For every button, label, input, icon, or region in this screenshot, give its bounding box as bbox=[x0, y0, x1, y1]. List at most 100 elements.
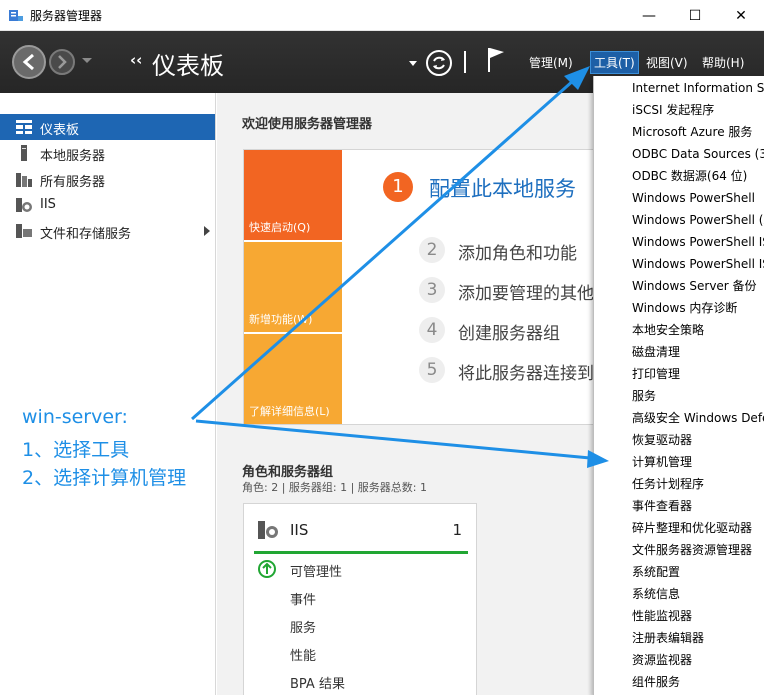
sidebar-item-file-storage[interactable]: 文件和存储服务 bbox=[0, 218, 215, 244]
maximize-button[interactable]: ☐ bbox=[672, 0, 718, 31]
dashboard-icon bbox=[16, 120, 32, 134]
refresh-button[interactable] bbox=[426, 50, 452, 76]
menu-item-local-security-policy[interactable]: 本地安全策略 bbox=[632, 319, 764, 341]
menu-item-iscsi[interactable]: iSCSI 发起程序 bbox=[632, 99, 764, 121]
role-count: 1 bbox=[452, 521, 462, 539]
forward-button[interactable] bbox=[49, 49, 75, 75]
tile-label: 新增功能(W) bbox=[249, 313, 313, 326]
annotation-step-2: 2、选择计算机管理 bbox=[22, 467, 187, 489]
role-name: IIS bbox=[290, 521, 309, 539]
arrow-right-icon bbox=[58, 55, 67, 69]
back-button[interactable] bbox=[12, 45, 46, 79]
menu-manage[interactable]: 管理(M) bbox=[529, 54, 573, 71]
history-dropdown-icon[interactable] bbox=[82, 58, 92, 63]
menu-item-powershell[interactable]: Windows PowerShell bbox=[632, 187, 764, 209]
menu-item-recovery-drive[interactable]: 恢复驱动器 bbox=[632, 429, 764, 451]
role-row-manageability[interactable]: 可管理性 bbox=[290, 561, 342, 580]
menu-item-resource-monitor[interactable]: 资源监视器 bbox=[632, 649, 764, 671]
menu-help[interactable]: 帮助(H) bbox=[702, 54, 744, 71]
chevron-right-icon[interactable] bbox=[204, 226, 210, 236]
role-status-bar bbox=[254, 551, 468, 554]
sidebar-item-label: 本地服务器 bbox=[40, 149, 106, 164]
annotation-step-1: 1、选择工具 bbox=[22, 439, 130, 461]
step-add-servers[interactable]: 添加要管理的其他 bbox=[458, 279, 593, 304]
dashboard-content: 欢迎使用服务器管理器 快速启动(Q) 新增功能(W) 了解详细信息(L) 1 配… bbox=[217, 93, 593, 695]
menu-item-performance-monitor[interactable]: 性能监视器 bbox=[632, 605, 764, 627]
close-button[interactable]: ✕ bbox=[718, 0, 764, 31]
step-configure-local-server[interactable]: 配置此本地服务 bbox=[429, 173, 576, 203]
sidebar-item-label: 仪表板 bbox=[40, 123, 80, 138]
step-number: 2 bbox=[419, 237, 445, 263]
menu-item-registry-editor[interactable]: 注册表编辑器 bbox=[632, 627, 764, 649]
menu-item-powershell-ise[interactable]: Windows PowerShell ISE bbox=[632, 231, 764, 253]
page-title: 仪表板 bbox=[152, 52, 224, 80]
title-bar: 服务器管理器 — ☐ ✕ bbox=[0, 0, 764, 31]
menu-item-computer-management[interactable]: 计算机管理 bbox=[632, 451, 764, 473]
tile-quick-start[interactable]: 快速启动(Q) bbox=[244, 150, 342, 240]
roles-title: 角色和服务器组 bbox=[242, 465, 334, 480]
role-card-iis[interactable]: IIS 1 可管理性 事件 服务 性能 BPA 结果 bbox=[243, 503, 477, 695]
step-add-roles[interactable]: 添加角色和功能 bbox=[458, 239, 577, 264]
sidebar: 仪表板 本地服务器 所有服务器 IIS 文件和存储服务 bbox=[0, 93, 216, 695]
menu-item-event-viewer[interactable]: 事件查看器 bbox=[632, 495, 764, 517]
minimize-button[interactable]: — bbox=[626, 0, 672, 31]
tools-dropdown-menu: Internet Information Services (IIS) 管理器 … bbox=[593, 76, 764, 695]
menu-item-services[interactable]: 服务 bbox=[632, 385, 764, 407]
menu-item-azure[interactable]: Microsoft Azure 服务 bbox=[632, 121, 764, 143]
local-server-icon bbox=[21, 145, 27, 161]
sidebar-item-local-server[interactable]: 本地服务器 bbox=[0, 140, 215, 166]
step-number: 1 bbox=[383, 172, 413, 202]
sidebar-item-all-servers[interactable]: 所有服务器 bbox=[0, 166, 215, 192]
chevron-down-icon[interactable] bbox=[409, 61, 417, 66]
step-create-server-group[interactable]: 创建服务器组 bbox=[458, 319, 560, 344]
menu-item-powershell-x86[interactable]: Windows PowerShell (x86) bbox=[632, 209, 764, 231]
step-number: 5 bbox=[419, 357, 445, 383]
tile-label: 了解详细信息(L) bbox=[249, 405, 330, 418]
menu-item-disk-cleanup[interactable]: 磁盘清理 bbox=[632, 341, 764, 363]
annotation-title: win-server: bbox=[22, 406, 128, 428]
sidebar-item-dashboard[interactable]: 仪表板 bbox=[0, 114, 215, 140]
menu-item-iis-manager[interactable]: Internet Information Services (IIS) 管理器 bbox=[632, 77, 764, 99]
role-row-events[interactable]: 事件 bbox=[290, 589, 316, 608]
menu-item-fsrm[interactable]: 文件服务器资源管理器 bbox=[632, 539, 764, 561]
toolbar-divider bbox=[464, 51, 466, 73]
role-row-services[interactable]: 服务 bbox=[290, 617, 316, 636]
iis-icon bbox=[16, 198, 32, 212]
sidebar-item-label: 文件和存储服务 bbox=[40, 227, 132, 242]
step-number: 3 bbox=[419, 277, 445, 303]
menu-item-defrag[interactable]: 碎片整理和优化驱动器 bbox=[632, 517, 764, 539]
step-connect-cloud[interactable]: 将此服务器连接到 bbox=[458, 359, 593, 384]
breadcrumb-separator: ‹‹ bbox=[130, 51, 143, 69]
menu-item-defender-firewall[interactable]: 高级安全 Windows Defender 防火墙 bbox=[632, 407, 764, 429]
tile-whats-new[interactable]: 新增功能(W) bbox=[244, 242, 342, 332]
sidebar-item-iis[interactable]: IIS bbox=[0, 192, 215, 218]
tile-learn-more[interactable]: 了解详细信息(L) bbox=[244, 334, 342, 424]
role-row-bpa[interactable]: BPA 结果 bbox=[290, 673, 345, 692]
window-title: 服务器管理器 bbox=[30, 9, 103, 23]
arrow-left-icon bbox=[22, 53, 34, 71]
tile-label: 快速启动(Q) bbox=[249, 221, 311, 234]
menu-item-task-scheduler[interactable]: 任务计划程序 bbox=[632, 473, 764, 495]
menu-item-odbc32[interactable]: ODBC Data Sources (32 位) bbox=[632, 143, 764, 165]
server-manager-app-icon bbox=[9, 10, 23, 21]
menu-item-powershell-ise-x86[interactable]: Windows PowerShell ISE (x86) bbox=[632, 253, 764, 275]
menu-tools[interactable]: 工具(T) bbox=[590, 51, 639, 74]
menu-item-memory-diagnostic[interactable]: Windows 内存诊断 bbox=[632, 297, 764, 319]
iis-icon bbox=[258, 521, 278, 539]
menu-item-system-config[interactable]: 系统配置 bbox=[632, 561, 764, 583]
role-row-performance[interactable]: 性能 bbox=[290, 645, 316, 664]
notifications-flag-icon[interactable] bbox=[486, 46, 506, 74]
menu-view[interactable]: 视图(V) bbox=[646, 54, 688, 71]
sidebar-item-label: 所有服务器 bbox=[40, 175, 106, 190]
menu-item-server-backup[interactable]: Windows Server 备份 bbox=[632, 275, 764, 297]
sidebar-item-label: IIS bbox=[40, 197, 56, 212]
menu-item-print-management[interactable]: 打印管理 bbox=[632, 363, 764, 385]
refresh-icon bbox=[433, 56, 445, 70]
menu-item-odbc64[interactable]: ODBC 数据源(64 位) bbox=[632, 165, 764, 187]
file-storage-icon bbox=[16, 224, 32, 238]
menu-item-component-services[interactable]: 组件服务 bbox=[632, 671, 764, 693]
step-number: 4 bbox=[419, 317, 445, 343]
menu-item-system-info[interactable]: 系统信息 bbox=[632, 583, 764, 605]
status-ok-icon bbox=[258, 560, 276, 578]
all-servers-icon bbox=[16, 173, 32, 187]
